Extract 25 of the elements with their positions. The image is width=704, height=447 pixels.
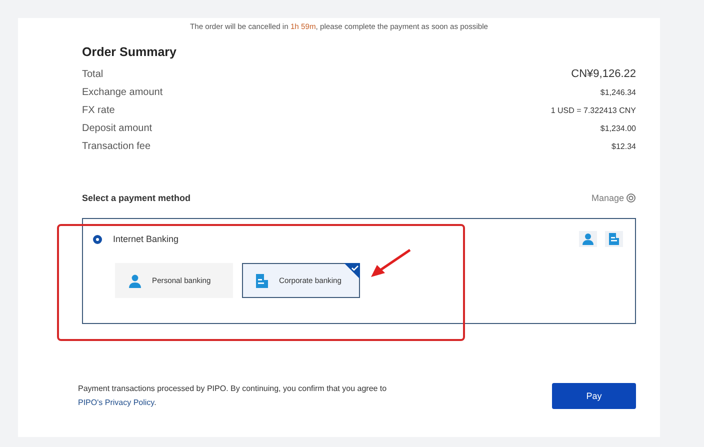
method-label: Internet Banking [113,234,179,244]
document-icon [605,231,623,247]
privacy-link[interactable]: PIPO's Privacy Policy [78,398,154,407]
summary-title: Order Summary [82,45,178,59]
summary-value: 1 USD = 7.322413 CNY [550,106,636,114]
summary-label: Total [82,68,104,80]
summary-label: Deposit amount [82,122,152,134]
summary-value: $1,234.00 [600,124,636,132]
radio-button[interactable] [93,234,102,244]
summary-label: Exchange amount [82,86,163,98]
person-icon [579,231,597,247]
payment-title: Select a payment method [82,193,191,203]
legal-text: Payment transactions processed by PIPO. By continuing, you confirm that you agree to PIPO's Privacy Policy. [78,383,388,409]
person-icon [128,274,142,288]
summary-label: Transaction fee [82,140,151,152]
manage-link[interactable]: Manage [591,193,636,203]
document-icon [255,274,269,288]
pay-button[interactable]: Pay [552,383,636,409]
pointer-arrow [369,249,411,279]
summary-value: $12.34 [612,142,636,150]
summary-label: FX rate [82,104,115,116]
target-icon [626,193,636,203]
summary-value: CN¥9,126.22 [571,68,636,80]
checkmark-icon [344,263,360,279]
summary-value: $1,246.34 [600,88,636,96]
